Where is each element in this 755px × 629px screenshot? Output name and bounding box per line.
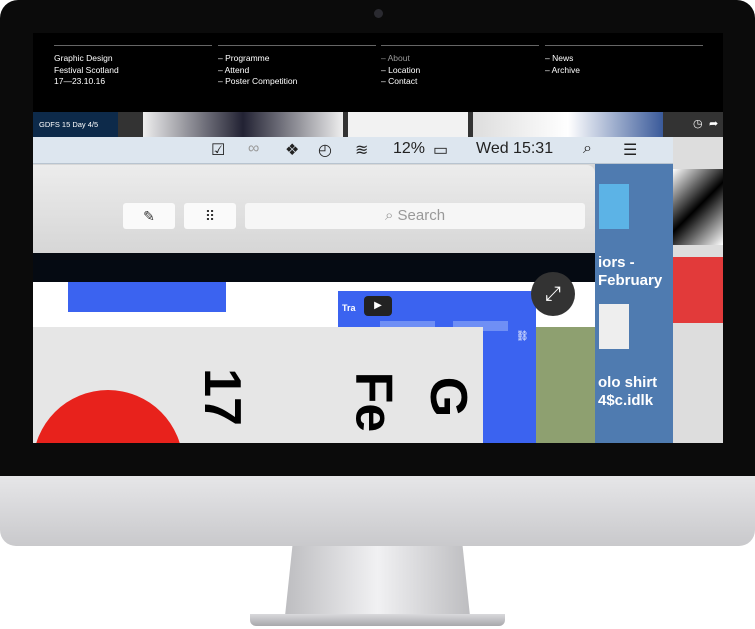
nav-attend[interactable]: – Attend [218, 65, 376, 77]
share-icon[interactable]: ➦ [709, 117, 718, 130]
compose-icon: ✎ [123, 203, 175, 229]
notification-list-icon: ☰ [623, 142, 638, 159]
desktop-text: olo shirt [598, 374, 658, 391]
nav-news[interactable]: – News [545, 53, 703, 65]
creative-cloud-icon: ∞ [248, 140, 260, 157]
side-thumbnails [673, 137, 723, 443]
nav-poster-competition[interactable]: – Poster Competition [218, 76, 376, 88]
nav-location[interactable]: – Location [381, 65, 539, 77]
mac-menubar: ☑ ∞ ❖ ◴ ≋ 12% ▭ Wed 15:31 ⌕ ☰ [33, 137, 673, 164]
play-button[interactable]: ▶ [364, 296, 392, 316]
nav-archive[interactable]: – Archive [545, 65, 703, 77]
video-player[interactable]: GDFS 15 Day 4/5 ◷ ➦ ☑ ∞ ❖ ◴ ≋ 12% ▭ Wed … [33, 112, 723, 443]
link-icon: ⛓ [516, 331, 529, 342]
thumbnail [473, 112, 663, 137]
brand-line: Festival Scotland [54, 64, 119, 75]
wifi-icon: ≋ [355, 142, 369, 159]
nav-contact[interactable]: – Contact [381, 76, 539, 88]
screen: Graphic Design Festival Scotland 17—23.1… [33, 33, 723, 443]
poster-text: G [419, 376, 478, 418]
thumbnail [348, 112, 468, 137]
nav-about[interactable]: – About [381, 53, 539, 65]
desktop-text: 4$c.idlk [598, 392, 654, 409]
battery-percent: 12% [393, 140, 426, 157]
nav-programme[interactable]: – Programme [218, 53, 376, 65]
dropbox-icon: ❖ [285, 142, 300, 159]
festival-dates: 17—23.10.16 [54, 76, 106, 86]
search-placeholder: Search [397, 207, 446, 224]
desktop-text: iors - [598, 254, 635, 271]
monitor-foot [250, 614, 505, 626]
battery-icon: ▭ [433, 142, 449, 159]
monitor-chin [0, 476, 755, 546]
poster-text: 17 [192, 368, 251, 426]
checkmark-icon: ☑ [211, 142, 226, 159]
camera [374, 9, 383, 18]
clock: Wed 15:31 [476, 140, 554, 157]
spotlight-icon: ⌕ [583, 140, 592, 157]
keypad-icon: ⠿ [184, 203, 236, 229]
fullscreen-expand-icon[interactable]: ⤢ [531, 272, 575, 316]
panel-label: Tra [342, 303, 356, 313]
video-title[interactable]: GDFS 15 Day 4/5 [33, 112, 118, 137]
app-window-toolbar: ✎ ⠿ ⌕ Search [33, 165, 595, 253]
monitor-stand [285, 546, 470, 616]
nav-column-2: – About – Location – Contact [381, 45, 539, 88]
blue-shape [68, 282, 226, 312]
dark-bar [33, 253, 595, 282]
brand[interactable]: Graphic Design Festival Scotland 17—23.1… [54, 45, 212, 88]
watch-later-icon[interactable]: ◷ [693, 117, 703, 130]
poster-text: Fe [344, 371, 403, 433]
search-field: ⌕ Search [245, 203, 585, 229]
time-machine-icon: ◴ [318, 142, 332, 159]
nav-column-3: – News – Archive [545, 45, 703, 76]
desktop-text: February [598, 272, 663, 289]
thumbnail [143, 112, 343, 137]
nav-column-1: – Programme – Attend – Poster Competitio… [218, 45, 376, 88]
brand-line: Graphic Design [54, 53, 113, 63]
thumbnail-strip: GDFS 15 Day 4/5 ◷ ➦ [33, 112, 723, 137]
